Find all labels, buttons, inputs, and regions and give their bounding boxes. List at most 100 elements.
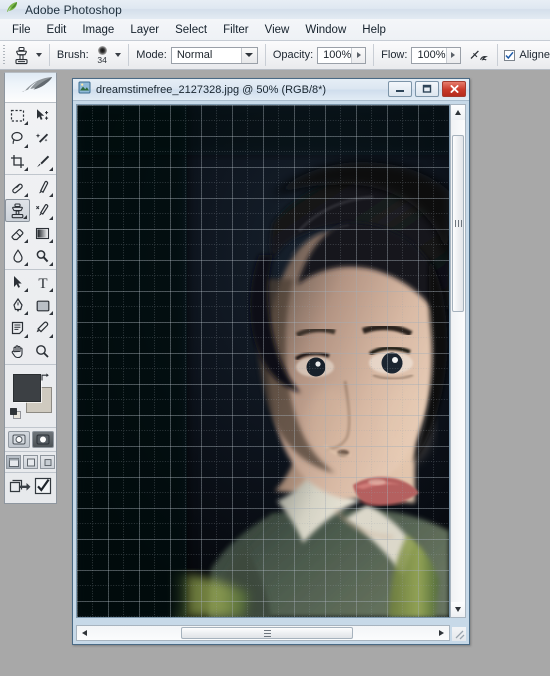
brush-tool-icon[interactable] (30, 176, 55, 199)
full-screen-menubar-mode-icon[interactable] (23, 455, 38, 469)
flow-input[interactable]: 100% (411, 46, 461, 64)
flow-slider-arrow-icon[interactable] (445, 47, 460, 63)
foreground-color-swatch[interactable] (13, 374, 41, 402)
svg-text:T: T (38, 276, 47, 290)
history-brush-tool-icon[interactable] (30, 199, 55, 222)
healing-brush-tool-icon[interactable] (5, 176, 30, 199)
divider (128, 44, 130, 66)
document-window: dreamstimefree_2127328.jpg @ 50% (RGB/8*… (72, 78, 470, 645)
airbrush-icon[interactable] (467, 44, 489, 66)
tool-preset-chevron-down-icon[interactable] (36, 53, 43, 57)
default-colors-icon[interactable] (10, 406, 21, 419)
tool-row (5, 127, 56, 150)
window-resize-grip[interactable] (452, 627, 466, 641)
image-canvas[interactable] (76, 104, 450, 618)
tool-row: T (5, 271, 56, 294)
tool-row (5, 104, 56, 127)
divider (373, 44, 375, 66)
aligned-checkbox[interactable]: Aligne (504, 49, 550, 61)
move-tool-icon[interactable] (30, 104, 55, 127)
tool-row (5, 245, 56, 268)
tool-row (5, 199, 56, 222)
photoshop-document-icon (78, 81, 91, 99)
lasso-tool-icon[interactable] (5, 127, 30, 150)
opacity-input[interactable]: 100% (317, 46, 367, 64)
scroll-left-button[interactable] (77, 630, 92, 636)
tool-group-vector: T (5, 270, 56, 365)
quick-mask-mode-icon[interactable] (31, 431, 54, 448)
color-swatches (5, 365, 56, 428)
slice-tool-icon[interactable] (30, 150, 55, 173)
swap-colors-icon[interactable] (40, 370, 51, 388)
toolbox-header[interactable] (5, 73, 56, 103)
tool-row (5, 150, 56, 173)
brush-tip-icon (97, 46, 107, 55)
brush-label: Brush: (56, 49, 89, 61)
blend-mode-value: Normal (176, 49, 213, 61)
eraser-tool-icon[interactable] (5, 222, 30, 245)
options-bar-drag-grip[interactable] (2, 45, 8, 65)
tool-row (5, 294, 56, 317)
screen-mode-buttons (5, 452, 56, 473)
horizontal-scrollbar-thumb[interactable] (181, 627, 353, 639)
menu-item-window[interactable]: Window (297, 22, 354, 38)
notes-tool-icon[interactable] (5, 317, 30, 340)
minimize-icon[interactable] (388, 81, 412, 97)
scroll-right-button[interactable] (434, 626, 449, 640)
clone-stamp-tool-icon[interactable] (5, 199, 30, 222)
app-titlebar: Adobe Photoshop (0, 0, 550, 20)
standard-mask-mode-icon[interactable] (7, 431, 30, 448)
window-controls (388, 81, 466, 97)
magic-wand-tool-icon[interactable] (30, 127, 55, 150)
zoom-tool-icon[interactable] (30, 340, 55, 363)
document-image (77, 105, 449, 617)
blur-tool-icon[interactable] (5, 245, 30, 268)
full-screen-mode-icon[interactable] (40, 455, 55, 469)
standard-screen-mode-icon[interactable] (6, 455, 21, 469)
edit-in-imageready-icon[interactable] (34, 477, 52, 500)
blend-mode-select[interactable]: Normal (170, 46, 258, 64)
vertical-scrollbar[interactable] (450, 104, 466, 618)
eyedropper-tool-icon[interactable] (30, 317, 55, 340)
horizontal-scrollbar[interactable] (76, 625, 450, 641)
opacity-slider-arrow-icon[interactable] (351, 47, 366, 63)
scroll-up-button[interactable] (451, 105, 465, 120)
divider (496, 44, 498, 66)
close-icon[interactable] (442, 81, 466, 97)
marquee-tool-icon[interactable] (5, 104, 30, 127)
menu-item-file[interactable]: File (4, 22, 39, 38)
gradient-tool-icon[interactable] (30, 222, 55, 245)
brush-preview[interactable]: 34 (93, 46, 112, 64)
checkbox-checked-icon (504, 49, 516, 61)
tool-group-retouch (5, 175, 56, 270)
path-selection-tool-icon[interactable] (5, 271, 30, 294)
pen-tool-icon[interactable] (5, 294, 30, 317)
aligned-label: Aligne (519, 49, 550, 61)
jump-to-imageready-icon[interactable] (9, 477, 31, 500)
maximize-icon[interactable] (415, 81, 439, 97)
clone-stamp-icon[interactable] (10, 44, 32, 66)
menu-item-edit[interactable]: Edit (39, 22, 75, 38)
menu-item-view[interactable]: View (257, 22, 298, 38)
hand-tool-icon[interactable] (5, 340, 30, 363)
mask-mode-buttons (5, 428, 56, 452)
divider (49, 44, 50, 66)
dodge-tool-icon[interactable] (30, 245, 55, 268)
scroll-down-button[interactable] (451, 602, 465, 617)
brush-chevron-down-icon[interactable] (115, 53, 122, 57)
menu-item-filter[interactable]: Filter (215, 22, 257, 38)
toolbox-panel: T (4, 72, 57, 504)
chevron-down-icon (240, 47, 257, 63)
menu-item-image[interactable]: Image (74, 22, 122, 38)
crop-tool-icon[interactable] (5, 150, 30, 173)
vertical-scrollbar-thumb[interactable] (452, 135, 464, 312)
flow-label: Flow: (381, 49, 408, 61)
rectangle-shape-tool-icon[interactable] (30, 294, 55, 317)
mode-label: Mode: (136, 49, 167, 61)
menu-item-help[interactable]: Help (354, 22, 394, 38)
menu-item-layer[interactable]: Layer (122, 22, 167, 38)
menu-item-select[interactable]: Select (167, 22, 215, 38)
type-tool-icon[interactable]: T (30, 271, 55, 294)
tool-row (5, 317, 56, 340)
document-titlebar[interactable]: dreamstimefree_2127328.jpg @ 50% (RGB/8*… (73, 79, 469, 101)
